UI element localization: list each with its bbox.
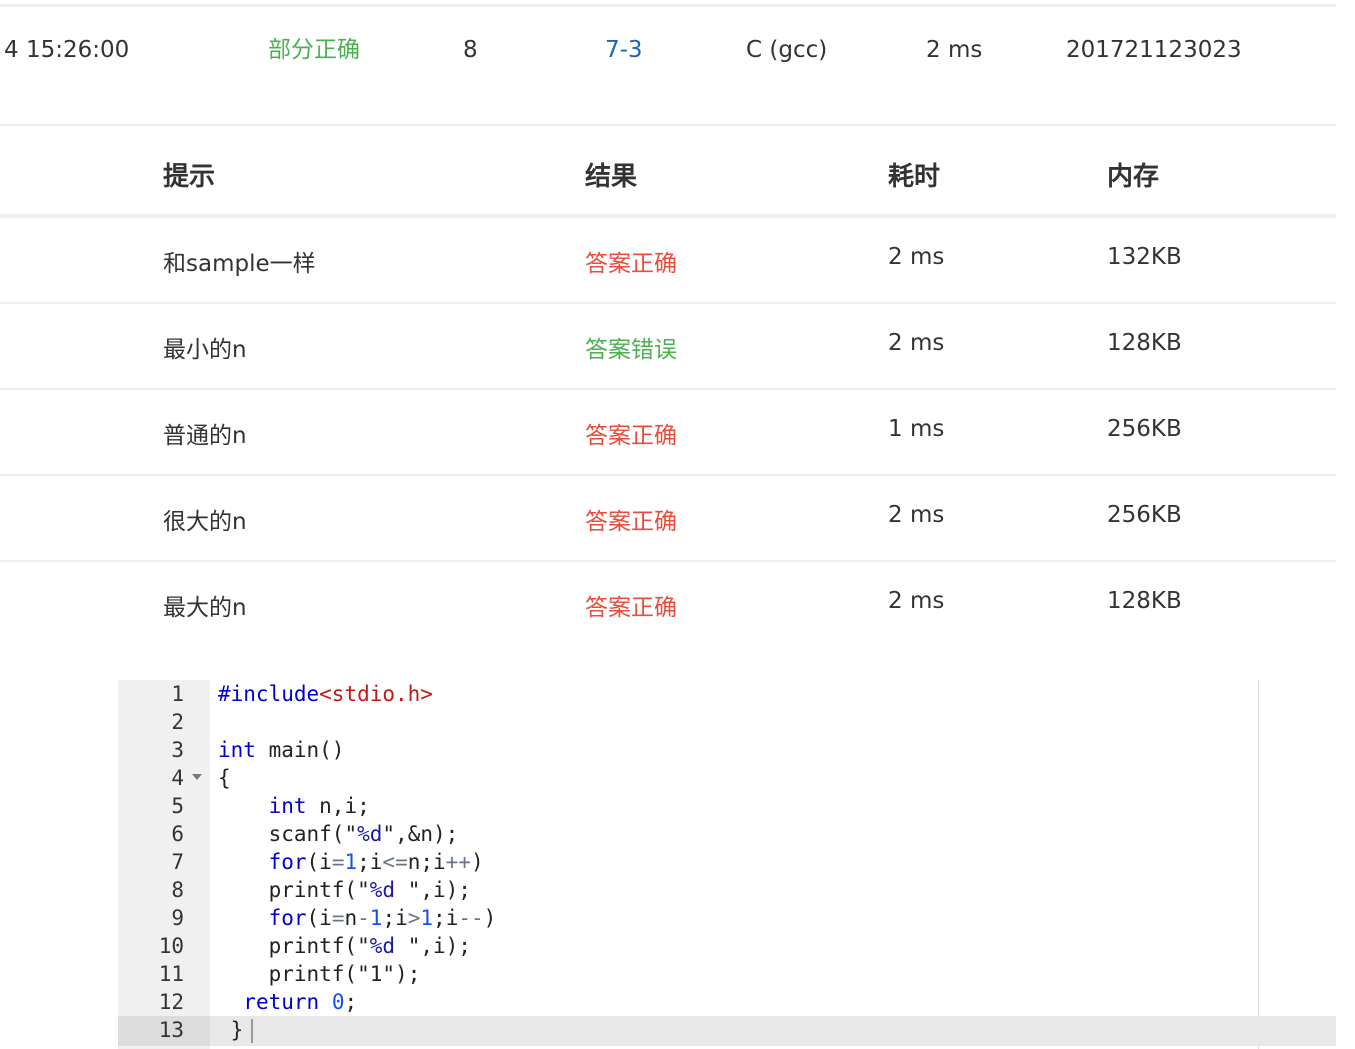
row-time: 1 ms [888,416,945,442]
code-text: printf("%d ",i); [218,878,471,902]
active-line-highlight [118,1016,1336,1046]
line-number: 13 [158,1018,184,1042]
line-number: 5 [171,794,184,818]
row-hint: 很大的n [163,509,247,535]
test-case-table: 提示 结果 耗时 内存 和sample一样 答案正确 2 ms 132KB 最小… [0,124,1336,648]
row-hint: 最大的n [163,595,247,621]
row-result: 答案正确 [585,423,677,449]
row-time: 2 ms [888,502,945,528]
row-hint: 和sample一样 [163,251,316,277]
row-result: 答案正确 [585,251,677,277]
line-number: 12 [158,990,184,1014]
line-number: 10 [158,934,184,958]
top-divider [0,4,1336,7]
code-text: } [218,1016,254,1044]
header-hint: 提示 [163,162,216,192]
header-time: 耗时 [888,162,941,192]
row-result: 答案正确 [585,509,677,535]
code-text: printf("%d ",i); [218,934,471,958]
row-memory: 132KB [1107,244,1182,270]
code-text: int n,i; [268,794,370,818]
problem-link[interactable]: 7-3 [605,30,643,70]
line-number: 11 [158,962,184,986]
row-result: 答案错误 [585,337,677,363]
table-row: 普通的n 答案正确 1 ms 256KB [0,390,1336,476]
row-hint: 最小的n [163,337,247,363]
header-memory: 内存 [1107,162,1160,192]
submission-score: 8 [463,37,478,63]
submission-detail-page: 4 15:26:00 部分正确 8 7-3 C (gcc) 2 ms 20172… [0,0,1355,1049]
row-memory: 128KB [1107,588,1182,614]
submission-row: 4 15:26:00 部分正确 8 7-3 C (gcc) 2 ms 20172… [0,30,1336,74]
code-text: int main() [218,738,345,762]
code-text: scanf("%d",&n); [218,822,459,846]
line-number: 4 [171,766,184,790]
line-number: 6 [171,822,184,846]
row-result: 答案正确 [585,595,677,621]
table-row: 和sample一样 答案正确 2 ms 132KB [0,218,1336,304]
submission-status: 部分正确 [268,37,360,63]
line-number: 2 [171,710,184,734]
line-number: 8 [171,878,184,902]
table-row: 最小的n 答案错误 2 ms 128KB [0,304,1336,390]
text-cursor [251,1019,254,1043]
fold-arrow-icon[interactable] [192,774,202,780]
line-number: 9 [171,906,184,930]
row-memory: 128KB [1107,330,1182,356]
submission-user: 201721123023 [1066,37,1242,63]
row-time: 2 ms [888,588,945,614]
submission-cost-time: 2 ms [926,37,983,63]
row-hint: 普通的n [163,423,247,449]
header-result: 结果 [585,162,638,192]
row-memory: 256KB [1107,416,1182,442]
line-number: 7 [171,850,184,874]
submission-language: C (gcc) [746,37,828,63]
line-number: 3 [171,738,184,762]
row-memory: 256KB [1107,502,1182,528]
code-text: return 0; [243,990,358,1014]
row-time: 2 ms [888,330,945,356]
table-row: 最大的n 答案正确 2 ms 128KB [0,562,1336,648]
code-text: #include<stdio.h> [218,682,433,706]
table-row: 很大的n 答案正确 2 ms 256KB [0,476,1336,562]
submission-time: 4 15:26:00 [4,37,130,63]
code-editor[interactable]: 1 #include<stdio.h> 2 3 int main() 4 {5 int n,… [118,680,1336,1049]
code-text: for(i=n-1;i>1;i--) [268,906,497,930]
code-text: for(i=1;i<=n;i++) [268,850,484,874]
code-text: printf("1"); [218,962,421,986]
row-time: 2 ms [888,244,945,270]
table-header: 提示 结果 耗时 内存 [0,126,1336,218]
code-text: { [218,766,231,790]
line-number: 1 [171,682,184,706]
